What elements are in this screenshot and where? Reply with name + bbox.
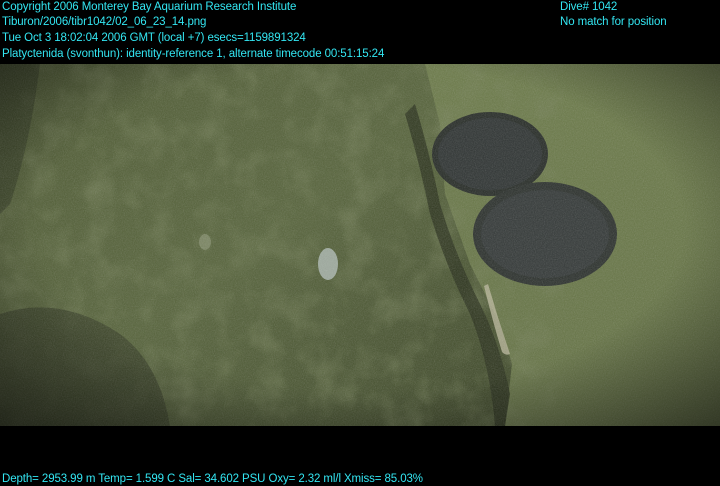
position-status-text: No match for position [560,16,667,28]
dive-number-text: Dive# 1042 [560,1,618,13]
copyright-text: Copyright 2006 Monterey Bay Aquarium Res… [2,1,297,13]
datetime-text: Tue Oct 3 18:02:04 2006 GMT (local +7) e… [2,32,306,44]
sensor-readout-text: Depth= 2953.99 m Temp= 1.599 C Sal= 34.6… [2,473,423,485]
annotation-text: Platyctenida (svonthun): identity-refere… [2,48,385,60]
seafloor-image [0,64,720,426]
image-path-text: Tiburon/2006/tibr1042/02_06_23_14.png [2,16,207,28]
seafloor-video-frame [0,64,720,426]
